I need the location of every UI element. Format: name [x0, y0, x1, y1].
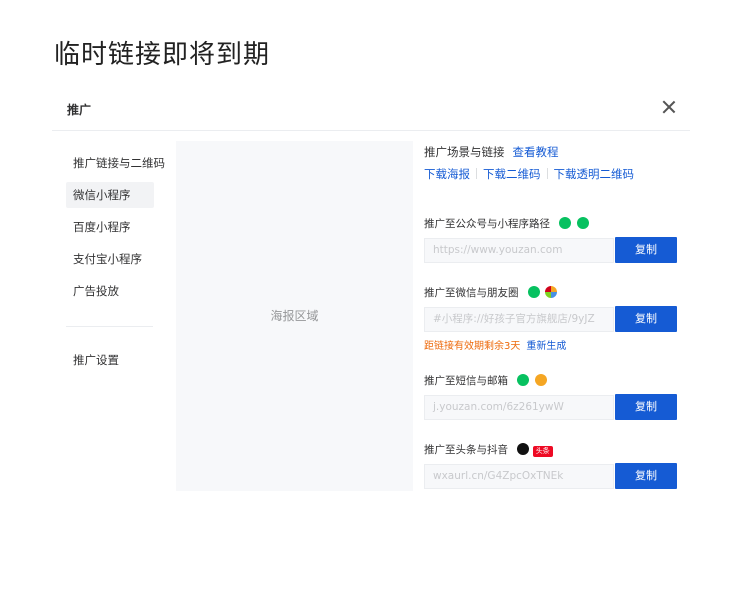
poster-area: 海报区域	[176, 141, 413, 491]
close-icon[interactable]	[662, 100, 676, 114]
dialog-header: 推广	[52, 96, 690, 131]
section-label-text: 推广至头条与抖音	[424, 444, 508, 456]
copy-button-wechat[interactable]: 复制	[615, 306, 677, 332]
section-label-text: 推广至公众号与小程序路径	[424, 218, 550, 230]
section-label-toutiao-douyin: 推广至头条与抖音 头条	[424, 442, 553, 457]
toutiao-icon: 头条	[532, 446, 553, 457]
section-label-official-account: 推广至公众号与小程序路径	[424, 216, 589, 231]
section-label-text: 推广至短信与邮箱	[424, 375, 508, 387]
official-account-link-field[interactable]: https://www.youzan.com	[424, 238, 614, 263]
divider	[546, 168, 548, 179]
wechat-official-icon	[559, 217, 572, 229]
copy-button-official-account[interactable]: 复制	[615, 237, 677, 263]
copy-button-sms[interactable]: 复制	[615, 394, 677, 420]
download-qrcode-link[interactable]: 下载二维码	[483, 167, 541, 181]
sidebar-item-baidu-mini-program[interactable]: 百度小程序	[66, 214, 154, 240]
sms-link-field[interactable]: j.youzan.com/6z261ywW	[424, 395, 614, 420]
sms-icon	[517, 374, 530, 386]
mail-icon	[534, 374, 547, 386]
moments-icon	[545, 286, 558, 298]
wechat-icon	[527, 286, 540, 298]
sidebar-item-promo-link-qrcode[interactable]: 推广链接与二维码	[66, 150, 165, 176]
dialog-title: 推广	[67, 103, 92, 117]
section-label-text: 推广至微信与朋友圈	[424, 287, 519, 299]
tutorial-link[interactable]: 查看教程	[513, 145, 559, 159]
douyin-link-field[interactable]: wxaurl.cn/G4ZpcOxTNEk	[424, 464, 614, 489]
download-poster-link[interactable]: 下载海报	[424, 167, 470, 181]
download-transparent-qrcode-link[interactable]: 下载透明二维码	[554, 167, 635, 181]
scene-row: 推广场景与链接 查看教程	[424, 144, 559, 160]
section-label-sms-email: 推广至短信与邮箱	[424, 373, 547, 388]
sidebar-item-promo-settings[interactable]: 推广设置	[66, 347, 154, 373]
divider	[476, 168, 477, 179]
sidebar-item-wechat-mini-program[interactable]: 微信小程序	[66, 182, 154, 208]
download-links: 下载海报 下载二维码 下载透明二维码	[424, 166, 634, 182]
expire-text: 距链接有效期剩余3天	[424, 341, 521, 352]
sidebar-divider	[66, 326, 153, 327]
copy-button-douyin[interactable]: 复制	[615, 463, 677, 489]
regenerate-link[interactable]: 重新生成	[526, 341, 566, 352]
sidebar-item-ad-placement[interactable]: 广告投放	[66, 278, 154, 304]
sidebar-item-alipay-mini-program[interactable]: 支付宝小程序	[66, 246, 154, 272]
mini-program-icon	[576, 217, 589, 229]
poster-label: 海报区域	[270, 309, 319, 323]
wechat-link-field[interactable]: #小程序://好孩子官方旗舰店/9yJZ	[424, 307, 614, 332]
section-label-wechat-moments: 推广至微信与朋友圈	[424, 285, 558, 300]
douyin-icon	[517, 443, 530, 455]
scene-label: 推广场景与链接	[424, 145, 505, 159]
expire-note: 距链接有效期剩余3天 重新生成	[424, 337, 566, 352]
page-title: 临时链接即将到期	[54, 40, 271, 70]
sidebar-nav: 推广链接与二维码 微信小程序 百度小程序 支付宝小程序 广告投放	[66, 150, 166, 310]
